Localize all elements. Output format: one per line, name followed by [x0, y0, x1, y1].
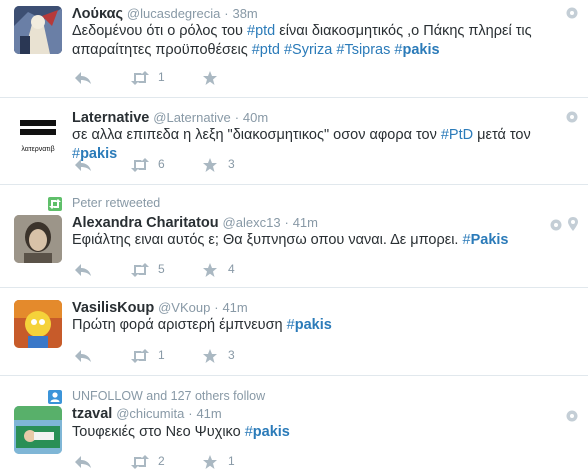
hashtag-link[interactable]: #Pakis	[463, 232, 509, 248]
timestamp[interactable]: 38m	[232, 6, 257, 21]
retweet-count: 1	[158, 70, 165, 84]
text-segment: Πρώτη φορά αριστερή έμπνευση	[72, 317, 287, 333]
favorite-count: 4	[228, 262, 235, 276]
hashtag-link[interactable]: #Tsipras	[336, 42, 390, 58]
avatar[interactable]	[14, 215, 62, 263]
retweet-icon[interactable]	[130, 260, 150, 280]
user-name[interactable]: Laternative	[72, 110, 149, 126]
favorite-icon[interactable]	[202, 346, 218, 366]
separator: ·	[224, 6, 229, 21]
hashtag-bold: pakis	[294, 317, 332, 333]
hash-symbol: #	[462, 232, 471, 248]
hashtag-link[interactable]: #pakis	[287, 317, 332, 333]
tweet-text: Πρώτη φορά αριστερή έμπνευση #pakis	[72, 316, 572, 335]
favorite-count: 3	[228, 157, 235, 171]
hashtag-bold: Pakis	[470, 232, 509, 248]
reply-icon[interactable]	[74, 260, 92, 280]
timestamp[interactable]: 41m	[196, 406, 221, 421]
text-segment: σε αλλα επιπεδα η λεξη "διακοσμητικος" ο…	[72, 127, 441, 143]
tweet-actions: 5 4	[72, 260, 372, 280]
retweet-count: 1	[158, 348, 165, 362]
retweet-icon[interactable]	[130, 346, 150, 366]
follow-context-icon	[48, 390, 62, 404]
tweet[interactable]: VasilisKoup @VKoup · 41m Πρώτη φορά αρισ…	[0, 288, 588, 376]
favorite-count: 3	[228, 348, 235, 362]
tweet-text: Εφιάλτης ειναι αυτός ε; Θα ξυπνησω οπου …	[72, 231, 572, 250]
geo-globe-icon	[566, 110, 578, 123]
text-segment: Δεδομένου ότι ο ρόλος του	[72, 23, 247, 39]
hashtag-link[interactable]: #Syriza	[284, 42, 332, 58]
geo-globe-icon	[566, 6, 578, 19]
timestamp[interactable]: 40m	[243, 110, 268, 125]
user-name[interactable]: Λούκας	[72, 6, 123, 22]
hash-symbol: #	[244, 424, 253, 440]
tweet-actions: 1	[72, 68, 372, 88]
favorite-count: 1	[228, 454, 235, 468]
timestamp[interactable]: 41m	[222, 300, 247, 315]
favorite-icon[interactable]	[202, 452, 218, 472]
separator: ·	[188, 406, 193, 421]
avatar[interactable]	[14, 6, 62, 54]
tweet-actions: 1 3	[72, 346, 372, 366]
avatar[interactable]: λατερνατιβ	[14, 110, 62, 158]
user-name[interactable]: tzaval	[72, 406, 112, 422]
favorite-icon[interactable]	[202, 260, 218, 280]
hashtag-bold: pakis	[402, 42, 440, 58]
tweet-actions: 6 3	[72, 155, 372, 175]
hash-symbol: #	[286, 317, 295, 333]
hashtag-link[interactable]: #pakis	[394, 42, 439, 58]
geo-globe-icon	[566, 409, 578, 422]
retweet-count: 5	[158, 262, 165, 276]
favorite-icon[interactable]	[202, 155, 218, 175]
text-segment: μετά τον	[473, 127, 531, 143]
reply-icon[interactable]	[74, 452, 92, 472]
reply-icon[interactable]	[74, 155, 92, 175]
user-name[interactable]: VasilisKoup	[72, 300, 154, 316]
tweet[interactable]: λατερνατιβ Laternative @Laternative · 40…	[0, 98, 588, 185]
follow-context[interactable]: UNFOLLOW and 127 others follow	[72, 389, 265, 403]
hashtag-link[interactable]: #PtD	[441, 127, 473, 143]
tweet[interactable]: UNFOLLOW and 127 others follow tzaval @c…	[0, 376, 588, 469]
user-name[interactable]: Alexandra Charitatou	[72, 215, 219, 231]
retweet-icon[interactable]	[130, 68, 150, 88]
avatar[interactable]	[14, 300, 62, 348]
retweet-count: 6	[158, 157, 165, 171]
user-handle[interactable]: @alexc13	[223, 215, 281, 230]
tweet[interactable]: Peter retweeted Alexandra Charitatou @al…	[0, 185, 588, 288]
tweet[interactable]: Λούκας @lucasdegrecia · 38m Δεδομένου ότ…	[0, 0, 588, 98]
user-handle[interactable]: @VKoup	[158, 300, 210, 315]
text-segment: Τουφεκιές στο Νεο Ψυχικο	[72, 424, 245, 440]
text-segment: Εφιάλτης ειναι αυτός ε; Θα ξυπνησω οπου …	[72, 232, 463, 248]
tweet-text: Δεδομένου ότι ο ρόλος του #ptd είναι δια…	[72, 22, 572, 60]
hashtag-link[interactable]: #ptd	[252, 42, 280, 58]
avatar-logo-text: λατερνατιβ	[21, 146, 54, 153]
hashtag-bold: pakis	[252, 424, 290, 440]
user-handle[interactable]: @Laternative	[153, 110, 231, 125]
user-handle[interactable]: @lucasdegrecia	[127, 6, 220, 21]
reply-icon[interactable]	[74, 346, 92, 366]
separator: ·	[234, 110, 240, 125]
reply-icon[interactable]	[74, 68, 92, 88]
separator: ·	[214, 300, 219, 315]
avatar[interactable]	[14, 406, 62, 454]
separator: ·	[284, 215, 289, 230]
tweet-actions: 2 1	[72, 452, 372, 472]
user-handle[interactable]: @chicumita	[116, 406, 184, 421]
retweet-icon[interactable]	[130, 155, 150, 175]
hashtag-link[interactable]: #pakis	[245, 424, 290, 440]
geo-globe-icon	[550, 218, 562, 231]
location-pin-icon	[568, 217, 578, 231]
retweet-context-icon	[48, 197, 62, 211]
favorite-icon[interactable]	[202, 68, 218, 88]
hashtag-link[interactable]: #ptd	[247, 23, 275, 39]
retweet-context[interactable]: Peter retweeted	[72, 196, 160, 210]
tweet-text: Τουφεκιές στο Νεο Ψυχικο #pakis	[72, 423, 572, 442]
retweet-icon[interactable]	[130, 452, 150, 472]
retweet-count: 2	[158, 454, 165, 468]
timestamp[interactable]: 41m	[293, 215, 318, 230]
